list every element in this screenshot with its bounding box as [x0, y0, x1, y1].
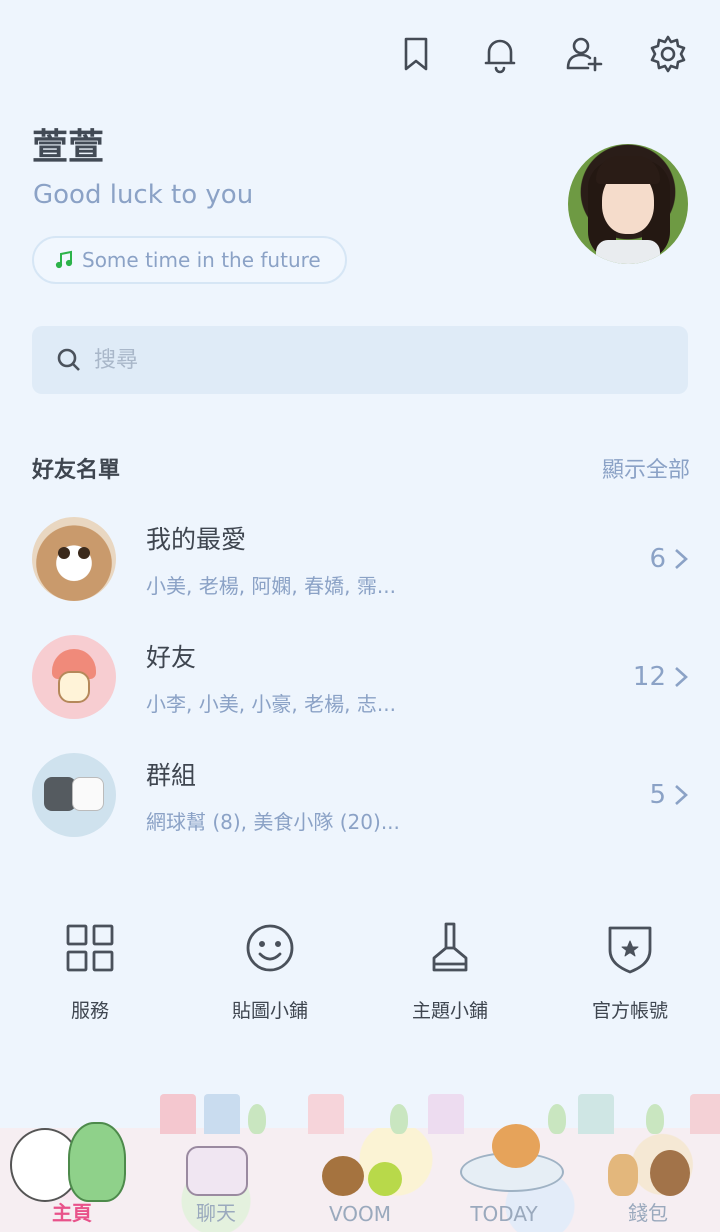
- search-input[interactable]: [94, 347, 654, 373]
- friends-section-title: 好友名單: [32, 458, 121, 483]
- friend-group-subtitle: 網球幫 (8), 美食小隊 (20)...: [146, 809, 400, 834]
- friend-group-friends[interactable]: 好友 小李, 小美, 小豪, 老楊, 志... 12: [32, 632, 692, 722]
- add-friend-icon[interactable]: [562, 30, 606, 78]
- header-toolbar: [394, 30, 690, 78]
- search-icon: [57, 348, 80, 371]
- profile-status-message[interactable]: Good luck to you: [33, 180, 253, 210]
- bell-icon[interactable]: [478, 30, 522, 78]
- tab-today[interactable]: TODAY: [432, 1202, 576, 1226]
- shortcut-services[interactable]: 服務: [0, 920, 180, 1023]
- green-dino-character: [68, 1122, 126, 1202]
- friend-group-title: 我的最愛: [146, 524, 247, 554]
- shortcut-label: 官方帳號: [591, 1000, 668, 1022]
- house-decoration: [160, 1094, 196, 1134]
- profile-music-label: Some time in the future: [82, 248, 321, 272]
- smiley-icon: [246, 924, 294, 972]
- tab-home[interactable]: 主頁: [0, 1197, 144, 1226]
- brown-bear-character: [650, 1150, 690, 1196]
- friend-group-title: 好友: [146, 642, 197, 672]
- tab-wallet[interactable]: 錢包: [576, 1197, 720, 1226]
- tab-voom[interactable]: VOOM: [288, 1202, 432, 1226]
- profile-music-pill[interactable]: Some time in the future: [32, 236, 347, 284]
- shortcut-label: 服務: [70, 1000, 109, 1022]
- profile-avatar[interactable]: [568, 144, 688, 264]
- shortcut-official-accounts[interactable]: 官方帳號: [540, 920, 720, 1023]
- friend-group-title: 群組: [146, 760, 197, 790]
- friend-group-favorites[interactable]: 我的最愛 小美, 老楊, 阿嫻, 春嬌, 霈... 6: [32, 514, 692, 604]
- groups-thumbnail: [32, 753, 116, 837]
- friend-group-count: 6: [649, 544, 666, 574]
- brown-bear-character: [322, 1156, 364, 1196]
- show-all-link[interactable]: 顯示全部: [602, 452, 690, 484]
- search-bar[interactable]: [32, 326, 688, 394]
- shortcut-bar: 服務 貼圖小鋪 主題小鋪 官方帳號: [0, 920, 720, 1023]
- tree-decoration: [646, 1104, 664, 1134]
- chevron-right-icon: [675, 667, 688, 687]
- friend-group-subtitle: 小美, 老楊, 阿嫻, 春嬌, 霈...: [146, 573, 396, 598]
- favorites-thumbnail: [32, 517, 116, 601]
- shortcut-theme-shop[interactable]: 主題小鋪: [360, 920, 540, 1023]
- music-note-icon: [55, 250, 73, 269]
- rilakkuma-character: [492, 1124, 540, 1168]
- tree-decoration: [248, 1104, 266, 1134]
- chevron-right-icon: [675, 785, 688, 805]
- shortcut-label: 主題小鋪: [411, 1000, 488, 1022]
- profile-name[interactable]: 萱萱: [32, 118, 104, 170]
- house-decoration: [308, 1094, 344, 1134]
- frog-character: [368, 1162, 402, 1196]
- tree-decoration: [548, 1104, 566, 1134]
- gear-icon[interactable]: [646, 30, 690, 78]
- friend-group-subtitle: 小李, 小美, 小豪, 老楊, 志...: [146, 691, 396, 716]
- tree-decoration: [390, 1104, 408, 1134]
- house-decoration: [204, 1094, 240, 1134]
- house-decoration: [428, 1094, 464, 1134]
- bear-character: [608, 1154, 638, 1196]
- bottom-tab-bar: 主頁 聊天 VOOM TODAY 錢包: [0, 1078, 720, 1232]
- friend-group-count: 5: [649, 780, 666, 810]
- bookmark-icon[interactable]: [394, 30, 438, 78]
- tab-chat[interactable]: 聊天: [144, 1197, 288, 1226]
- house-decoration: [690, 1094, 720, 1134]
- shortcut-sticker-shop[interactable]: 貼圖小鋪: [180, 920, 360, 1023]
- grid-icon: [66, 924, 114, 972]
- cafe-table-character: [186, 1146, 248, 1196]
- friend-group-count: 12: [632, 662, 666, 692]
- chevron-right-icon: [675, 549, 688, 569]
- shield-star-icon: [608, 926, 652, 974]
- brush-icon: [432, 922, 468, 972]
- friends-thumbnail: [32, 635, 116, 719]
- shortcut-label: 貼圖小鋪: [231, 1000, 308, 1022]
- house-decoration: [578, 1094, 614, 1134]
- friend-group-groups[interactable]: 群組 網球幫 (8), 美食小隊 (20)... 5: [32, 750, 692, 840]
